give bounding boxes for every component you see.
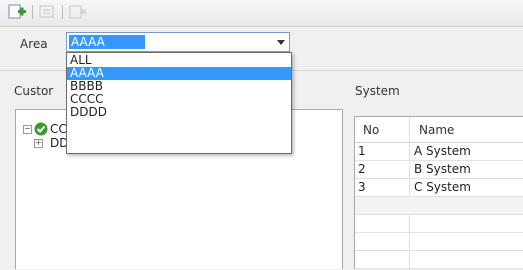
system-panel-label: System <box>355 84 400 98</box>
add-icon <box>8 4 26 19</box>
table-row[interactable]: 3 C System <box>355 179 523 197</box>
column-header-name[interactable]: Name <box>419 123 454 137</box>
system-grid[interactable]: No Name 1 A System 2 B System 3 C System <box>354 116 523 270</box>
toolbar-separator <box>32 5 33 19</box>
edit-icon <box>39 5 54 18</box>
table-row-empty[interactable] <box>355 197 523 215</box>
column-header-no[interactable]: No <box>363 123 379 137</box>
chevron-down-icon <box>277 40 285 45</box>
delete-icon <box>69 5 87 19</box>
cell-no: 2 <box>358 162 366 176</box>
expand-icon[interactable]: + <box>34 139 43 148</box>
cell-no: 1 <box>358 144 366 158</box>
toolbar-separator <box>62 5 63 19</box>
cell-no: 3 <box>358 180 366 194</box>
grid-header: No Name <box>355 117 523 143</box>
table-row[interactable]: 1 A System <box>355 143 523 161</box>
table-row-empty[interactable] <box>355 251 523 269</box>
delete-button[interactable] <box>68 3 88 21</box>
toolbar <box>0 0 523 27</box>
area-dropdown-list[interactable]: ALL AAAA BBBB CCCC DDDD <box>66 52 292 154</box>
edit-button[interactable] <box>38 3 58 21</box>
customer-panel-label: Custor <box>14 84 54 98</box>
cell-name: A System <box>414 144 471 158</box>
cell-name: C System <box>414 180 471 194</box>
table-row[interactable]: 2 B System <box>355 161 523 179</box>
table-row-empty[interactable] <box>355 233 523 251</box>
cell-name: B System <box>414 162 471 176</box>
table-row-empty[interactable] <box>355 215 523 233</box>
add-button[interactable] <box>8 3 28 21</box>
check-circle-icon <box>34 122 48 136</box>
dropdown-option[interactable]: DDDD <box>67 106 291 119</box>
area-label: Area <box>20 37 48 51</box>
area-combobox[interactable]: AAAA <box>66 32 290 52</box>
area-selected-value: AAAA <box>69 35 145 49</box>
collapse-icon[interactable]: − <box>23 125 32 134</box>
